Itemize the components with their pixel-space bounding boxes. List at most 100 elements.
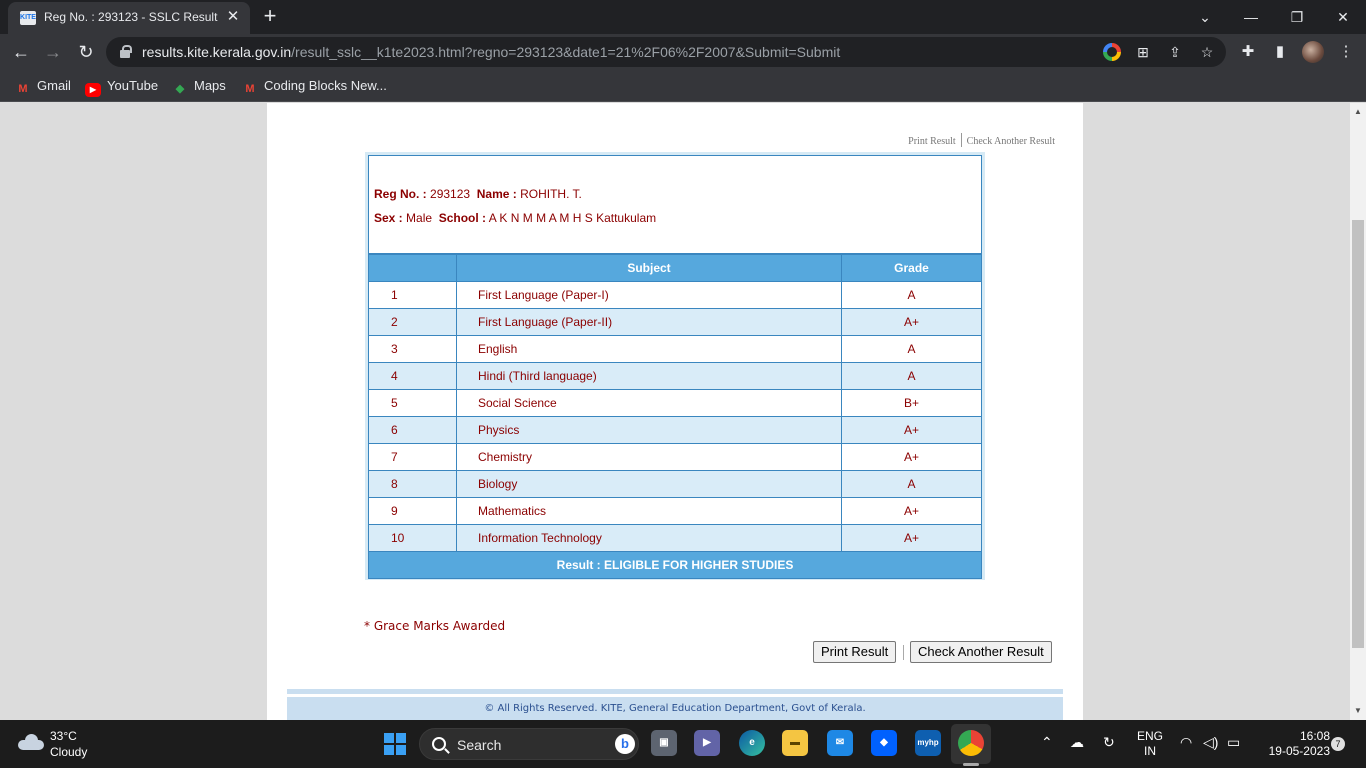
bookmark-coding-blocks[interactable]: M Coding Blocks New... [242,76,387,96]
translate-icon[interactable]: ⊞ [1134,43,1152,61]
google-lens-icon[interactable] [1103,43,1121,61]
onedrive-cloud-icon[interactable]: ☁ [1070,734,1084,751]
page-viewport: Print Result Check Another Result Reg No.… [0,103,1350,720]
row-number: 8 [368,470,457,498]
search-icon [432,737,446,751]
result-status: Result : ELIGIBLE FOR HIGHER STUDIES [368,551,982,579]
row-number: 6 [368,416,457,444]
bookmark-star-icon[interactable]: ☆ [1198,43,1216,61]
reg-no-label: Reg No. : [374,187,427,201]
top-check-another-link[interactable]: Check Another Result [967,136,1055,147]
scroll-up-arrow-icon[interactable]: ▲ [1353,107,1363,117]
grade-cell: B+ [841,389,982,417]
tab-search-chevron-icon[interactable]: ⌄ [1182,4,1228,30]
row-number: 4 [368,362,457,390]
result-row: Result : ELIGIBLE FOR HIGHER STUDIES [368,551,982,579]
bookmark-label: Maps [194,78,226,93]
bookmarks-bar: M Gmail ▶ YouTube ◆ Maps M Coding Blocks New… [0,70,1366,102]
taskbar-search[interactable]: Search b [419,728,639,760]
share-icon[interactable]: ⇪ [1166,43,1184,61]
language-indicator[interactable]: ENG IN [1136,729,1164,759]
bing-icon[interactable]: b [615,734,635,754]
clock[interactable]: 16:08 19-05-2023 [1256,729,1330,759]
file-explorer-icon[interactable]: ▬ [782,730,808,756]
name-value: ROHITH. T. [520,187,582,201]
sex-value: Male [406,211,433,225]
bookmark-youtube[interactable]: ▶ YouTube [85,76,159,97]
mail-icon[interactable]: ✉ [827,730,853,756]
task-view-icon[interactable]: ▣ [651,730,677,756]
table-row: 6 Physics A+ [368,416,982,444]
time: 16:08 [1299,729,1330,743]
footer-divider [287,689,1063,694]
extensions-icon[interactable]: ✚ [1238,42,1258,62]
close-tab-icon[interactable]: ✕ [225,9,241,25]
gmail-icon: M [245,83,255,95]
teams-icon[interactable]: ▶ [694,730,720,756]
kite-favicon-icon: KITE [20,11,36,25]
print-result-button[interactable]: Print Result [813,641,897,663]
top-print-result-link[interactable]: Print Result [908,136,956,147]
grade-cell: A [841,281,982,309]
bookmark-gmail[interactable]: M Gmail [15,76,71,96]
vertical-scrollbar[interactable]: ▲ ▼ [1350,103,1366,720]
active-tab[interactable]: KITE Reg No. : 293123 - SSLC Result 2023… [8,2,250,34]
forward-button[interactable]: → [40,39,66,65]
reg-no-value: 293123 [430,187,471,201]
notification-badge[interactable]: 7 [1331,737,1345,751]
sex-school-line: Sex : Male School : A K N M M A M H S Ka… [374,211,656,225]
language-code: ENG [1136,729,1163,743]
grade-cell: A+ [841,524,982,552]
minimize-button[interactable]: — [1228,4,1274,30]
table-row: 1 First Language (Paper-I) A [368,281,982,309]
table-row: 3 English A [368,335,982,363]
bookmark-label: Coding Blocks New... [264,78,387,93]
address-bar[interactable]: results.kite.kerala.gov.in/result_sslc__… [106,37,1226,67]
menu-kebab-icon[interactable]: ⋮ [1336,42,1356,62]
active-app-indicator [963,763,979,766]
browser-toolbar: ← → ↻ results.kite.kerala.gov.in/result_… [0,34,1366,70]
profile-avatar[interactable] [1302,41,1324,63]
windows-start-icon[interactable] [384,733,406,755]
temperature[interactable]: 33°C [50,729,77,743]
footer: © All Rights Reserved. KITE, General Edu… [287,697,1063,720]
reload-button[interactable]: ↻ [73,39,99,65]
chrome-icon[interactable] [958,730,984,756]
region-code: IN [1144,744,1156,758]
grade-cell: A [841,470,982,498]
check-another-result-button[interactable]: Check Another Result [910,641,1052,663]
table-row: 10 Information Technology A+ [368,524,982,552]
myhp-icon[interactable]: myhp [915,730,941,756]
volume-icon[interactable]: ◁) [1203,734,1218,751]
side-panel-icon[interactable]: ▮ [1270,42,1290,62]
table-row: 4 Hindi (Third language) A [368,362,982,390]
scroll-down-arrow-icon[interactable]: ▼ [1353,706,1363,716]
grade-cell: A+ [841,416,982,444]
dropbox-icon[interactable]: ◆ [871,730,897,756]
url-text[interactable]: results.kite.kerala.gov.in/result_sslc__… [142,44,840,60]
row-number: 10 [368,524,457,552]
student-info-panel: Reg No. : 293123 Name : ROHITH. T. Sex :… [368,155,982,254]
row-number: 1 [368,281,457,309]
school-value: A K N M M A M H S Kattukulam [488,211,657,225]
subject-cell: First Language (Paper-II) [456,308,842,336]
search-label: Search [457,737,502,753]
wifi-icon[interactable]: ◠ [1180,734,1192,751]
edge-icon[interactable]: e [739,730,765,756]
weather-condition[interactable]: Cloudy [50,745,87,759]
new-tab-button[interactable]: + [258,5,282,29]
battery-icon[interactable]: ▭ [1227,734,1240,751]
tab-title: Reg No. : 293123 - SSLC Result 2023 [44,10,220,24]
close-window-button[interactable]: ✕ [1320,4,1366,30]
cloudy-weather-icon[interactable] [18,734,44,750]
bookmark-label: YouTube [107,78,159,93]
restore-button[interactable]: ❐ [1274,4,1320,30]
lock-icon[interactable] [120,45,132,58]
bookmark-maps[interactable]: ◆ Maps [172,76,226,96]
scrollbar-thumb[interactable] [1352,220,1364,648]
bookmark-label: Gmail [37,78,71,93]
back-button[interactable]: ← [8,39,34,65]
reg-name-line: Reg No. : 293123 Name : ROHITH. T. [374,187,582,201]
show-hidden-icons-chevron-icon[interactable]: ⌃ [1041,734,1053,751]
update-icon[interactable]: ↻ [1103,734,1115,751]
